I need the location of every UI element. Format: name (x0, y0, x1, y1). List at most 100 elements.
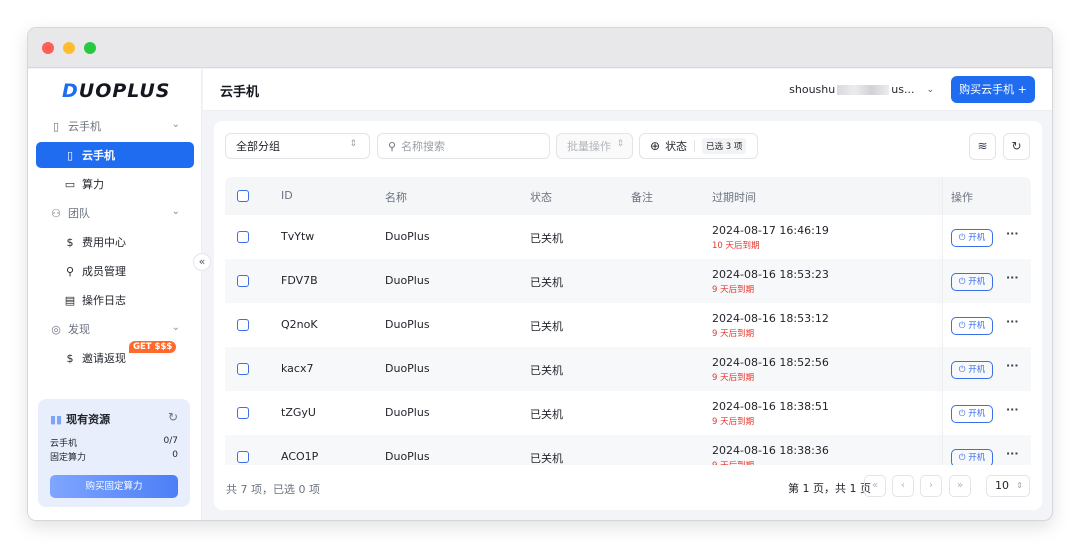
collapse-sidebar-button[interactable]: « (193, 253, 211, 271)
title-bar (28, 28, 1052, 68)
more-actions-button[interactable]: ··· (1006, 403, 1019, 416)
power-icon: ⏻ (958, 233, 969, 243)
cell-id: Q2noK (281, 318, 318, 331)
row-checkbox[interactable] (237, 319, 249, 331)
table-row[interactable]: ACO1P DuoPlus 已关机 2024-08-16 18:38:369 天后到期… (225, 435, 1031, 465)
double-chevron-left-icon: « (871, 480, 879, 491)
sidebar-item-members[interactable]: ⚲ 成员管理 (36, 258, 194, 284)
row-checkbox[interactable] (237, 451, 249, 463)
table-row[interactable]: tZGyU DuoPlus 已关机 2024-08-16 18:38:51 9 天后到期… (225, 391, 1031, 435)
expire-hint: 9 天后到期 (712, 417, 755, 427)
power-icon: ⏻ (958, 321, 969, 331)
resource-row-phone: 云手机 0/7 (50, 436, 178, 449)
row-checkbox[interactable] (237, 231, 249, 243)
cell-id: tZGyU (281, 406, 316, 419)
account-menu[interactable]: shoushu us... ⌄ (789, 83, 934, 96)
minimize-window-button[interactable] (63, 42, 75, 54)
last-page-button[interactable]: » (949, 475, 971, 497)
search-input[interactable]: ⚲ 名称搜索 (377, 133, 550, 159)
power-on-button[interactable]: ⏻ 开机 (951, 273, 993, 291)
sidebar-item-logs[interactable]: ▤ 操作日志 (36, 287, 194, 313)
resources-title: ▮▮ 现有资源 (50, 413, 111, 426)
select-all-checkbox[interactable] (237, 190, 249, 202)
buy-fixed-compute-button[interactable]: 购买固定算力 (50, 475, 178, 498)
table-header: ID 名称 状态 备注 过期时间 操作 (225, 177, 1031, 215)
table-row[interactable]: TvYtw DuoPlus 已关机 2024-08-17 16:46:19 10 天后到… (225, 215, 1031, 259)
buy-cloud-phone-button[interactable]: 购买云手机 + (951, 76, 1035, 103)
sidebar-item-compute[interactable]: ▭ 算力 (36, 171, 194, 197)
cell-name: DuoPlus (385, 406, 430, 419)
page-size-select[interactable]: 10 ⇕ (986, 475, 1030, 497)
cell-expire: 2024-08-16 18:38:369 天后到期 (712, 444, 829, 465)
status-filter[interactable]: ⊕ 状态 已选 3 项 (639, 133, 758, 159)
group-select[interactable]: 全部分组 ⇕ (225, 133, 370, 159)
sidebar-item-label: 成员管理 (82, 265, 126, 278)
more-actions-button[interactable]: ··· (1006, 315, 1019, 328)
column-header-status[interactable]: 状态 (530, 189, 552, 205)
cell-name: DuoPlus (385, 274, 430, 287)
table-row[interactable]: FDV7B DuoPlus 已关机 2024-08-16 18:53:23 9 天后到期… (225, 259, 1031, 303)
power-on-button[interactable]: ⏻ 开机 (951, 449, 993, 465)
close-window-button[interactable] (42, 42, 54, 54)
more-actions-button[interactable]: ··· (1006, 271, 1019, 284)
search-icon: ⚲ (388, 139, 397, 153)
more-actions-button[interactable]: ··· (1006, 227, 1019, 240)
power-on-button[interactable]: ⏻ 开机 (951, 405, 993, 423)
column-header-id[interactable]: ID (281, 189, 293, 202)
refresh-button[interactable]: ↻ (1003, 133, 1030, 160)
sidebar-item-label: 云手机 (82, 149, 115, 162)
sidebar-group-cloud-phone[interactable]: ▯ 云手机 ⌄ (36, 113, 194, 139)
updown-icon: ⇕ (349, 139, 357, 149)
column-settings-button[interactable]: ≋ (969, 133, 996, 160)
cell-status: 已关机 (530, 408, 563, 421)
double-chevron-right-icon: » (956, 480, 964, 491)
expire-hint: 9 天后到期 (712, 329, 755, 339)
more-actions-button[interactable]: ··· (1006, 359, 1019, 372)
chevron-down-icon: ⌄ (926, 84, 934, 95)
next-page-button[interactable]: › (920, 475, 942, 497)
page-title: 云手机 (220, 85, 260, 100)
table-row[interactable]: kacx7 DuoPlus 已关机 2024-08-16 18:52:56 9 天后到期… (225, 347, 1031, 391)
more-actions-button[interactable]: ··· (1006, 447, 1019, 460)
power-icon: ⏻ (958, 409, 969, 419)
sidebar-item-label: 费用中心 (82, 236, 126, 249)
first-page-button[interactable]: « (864, 475, 886, 497)
sidebar-item-cloud-phone[interactable]: ▯ 云手机 (36, 142, 194, 168)
cell-id: FDV7B (281, 274, 318, 287)
sidebar-item-label: 算力 (82, 178, 104, 191)
brand-logo[interactable]: DUOPLUS (62, 80, 170, 102)
sidebar-group-discover[interactable]: ◎ 发现 ⌄ (36, 316, 194, 342)
prev-page-button[interactable]: ‹ (892, 475, 914, 497)
batch-actions-select[interactable]: 批量操作 ⇕ (556, 133, 633, 159)
table-row[interactable]: Q2noK DuoPlus 已关机 2024-08-16 18:53:12 9 天后到期… (225, 303, 1031, 347)
sidebar-group-team[interactable]: ⚇ 团队 ⌄ (36, 200, 194, 226)
chevron-down-icon: ⌄ (171, 206, 180, 217)
refresh-icon[interactable]: ↻ (168, 410, 178, 424)
column-header-note[interactable]: 备注 (631, 189, 653, 205)
cell-id: kacx7 (281, 362, 314, 375)
log-icon: ▤ (64, 293, 76, 307)
plus-circle-icon: ⊕ (650, 139, 661, 153)
cell-expire: 2024-08-16 18:38:51 9 天后到期 (712, 400, 829, 427)
dollar-icon: $ (66, 351, 74, 365)
sidebar-item-referral[interactable]: $ 邀请返现 GET $$$ (36, 341, 194, 371)
column-header-expire[interactable]: 过期时间 (712, 189, 756, 205)
device-table-card: 全部分组 ⇕ ⚲ 名称搜索 批量操作 ⇕ ⊕ 状态 已选 3 项 ≋ ↻ ID … (214, 121, 1042, 510)
cell-status: 已关机 (530, 276, 563, 289)
resource-row-fixed-compute: 固定算力 0 (50, 450, 178, 463)
sidebar-group-label: 团队 (68, 207, 90, 220)
updown-icon: ⇕ (616, 139, 624, 149)
power-on-button[interactable]: ⏻ 开机 (951, 317, 993, 335)
row-checkbox[interactable] (237, 363, 249, 375)
power-on-button[interactable]: ⏻ 开机 (951, 229, 993, 247)
column-header-name[interactable]: 名称 (385, 189, 407, 205)
page-info: 第 1 页，共 1 页 (788, 482, 871, 495)
status-count-badge: 已选 3 项 (702, 138, 747, 154)
row-checkbox[interactable] (237, 275, 249, 287)
maximize-window-button[interactable] (84, 42, 96, 54)
row-checkbox[interactable] (237, 407, 249, 419)
cell-status: 已关机 (530, 232, 563, 245)
sidebar-item-billing[interactable]: $ 费用中心 (36, 229, 194, 255)
power-on-button[interactable]: ⏻ 开机 (951, 361, 993, 379)
phone-icon: ▯ (52, 119, 60, 133)
